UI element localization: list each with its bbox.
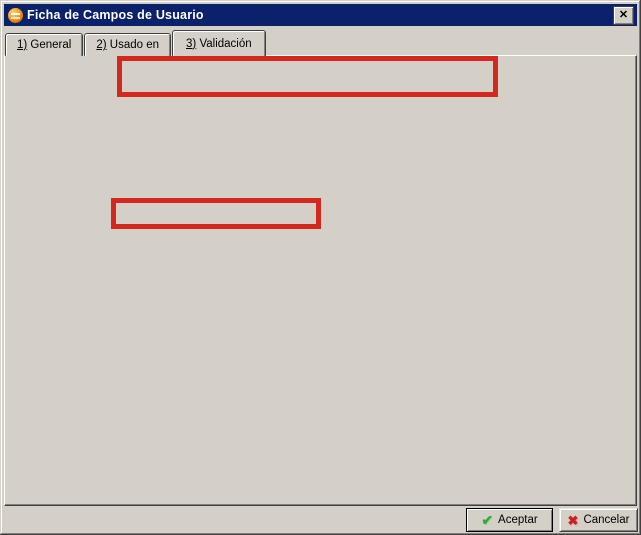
app-icon [8,8,23,23]
tab-validacion-label: 3) Validación [186,38,252,50]
tab-usado-en[interactable]: 2) Usado en [84,33,171,56]
check-icon: ✔ [481,513,493,527]
tab-general-label: 1) General [17,39,71,51]
tab-strip: 1) General 2) Usado en 3) Validación [5,31,267,56]
accept-button-label: Aceptar [498,514,538,526]
cancel-button-label: Cancelar [583,514,629,526]
tab-validacion[interactable]: 3) Validación [172,30,266,56]
dialog-window: Ficha de Campos de Usuario ✕ 1) General … [0,0,641,535]
tab-general[interactable]: 1) General [5,33,83,56]
window-title: Ficha de Campos de Usuario [27,8,613,22]
close-button[interactable]: ✕ [613,6,634,25]
x-icon: ✖ [568,514,579,527]
accept-button[interactable]: ✔ Aceptar [466,508,553,532]
tab-page-validacion [4,55,637,506]
cancel-button[interactable]: ✖ Cancelar [559,508,638,532]
title-bar[interactable]: Ficha de Campos de Usuario ✕ [4,4,637,26]
tab-usado-en-label: 2) Usado en [96,39,159,51]
close-icon: ✕ [619,10,628,21]
